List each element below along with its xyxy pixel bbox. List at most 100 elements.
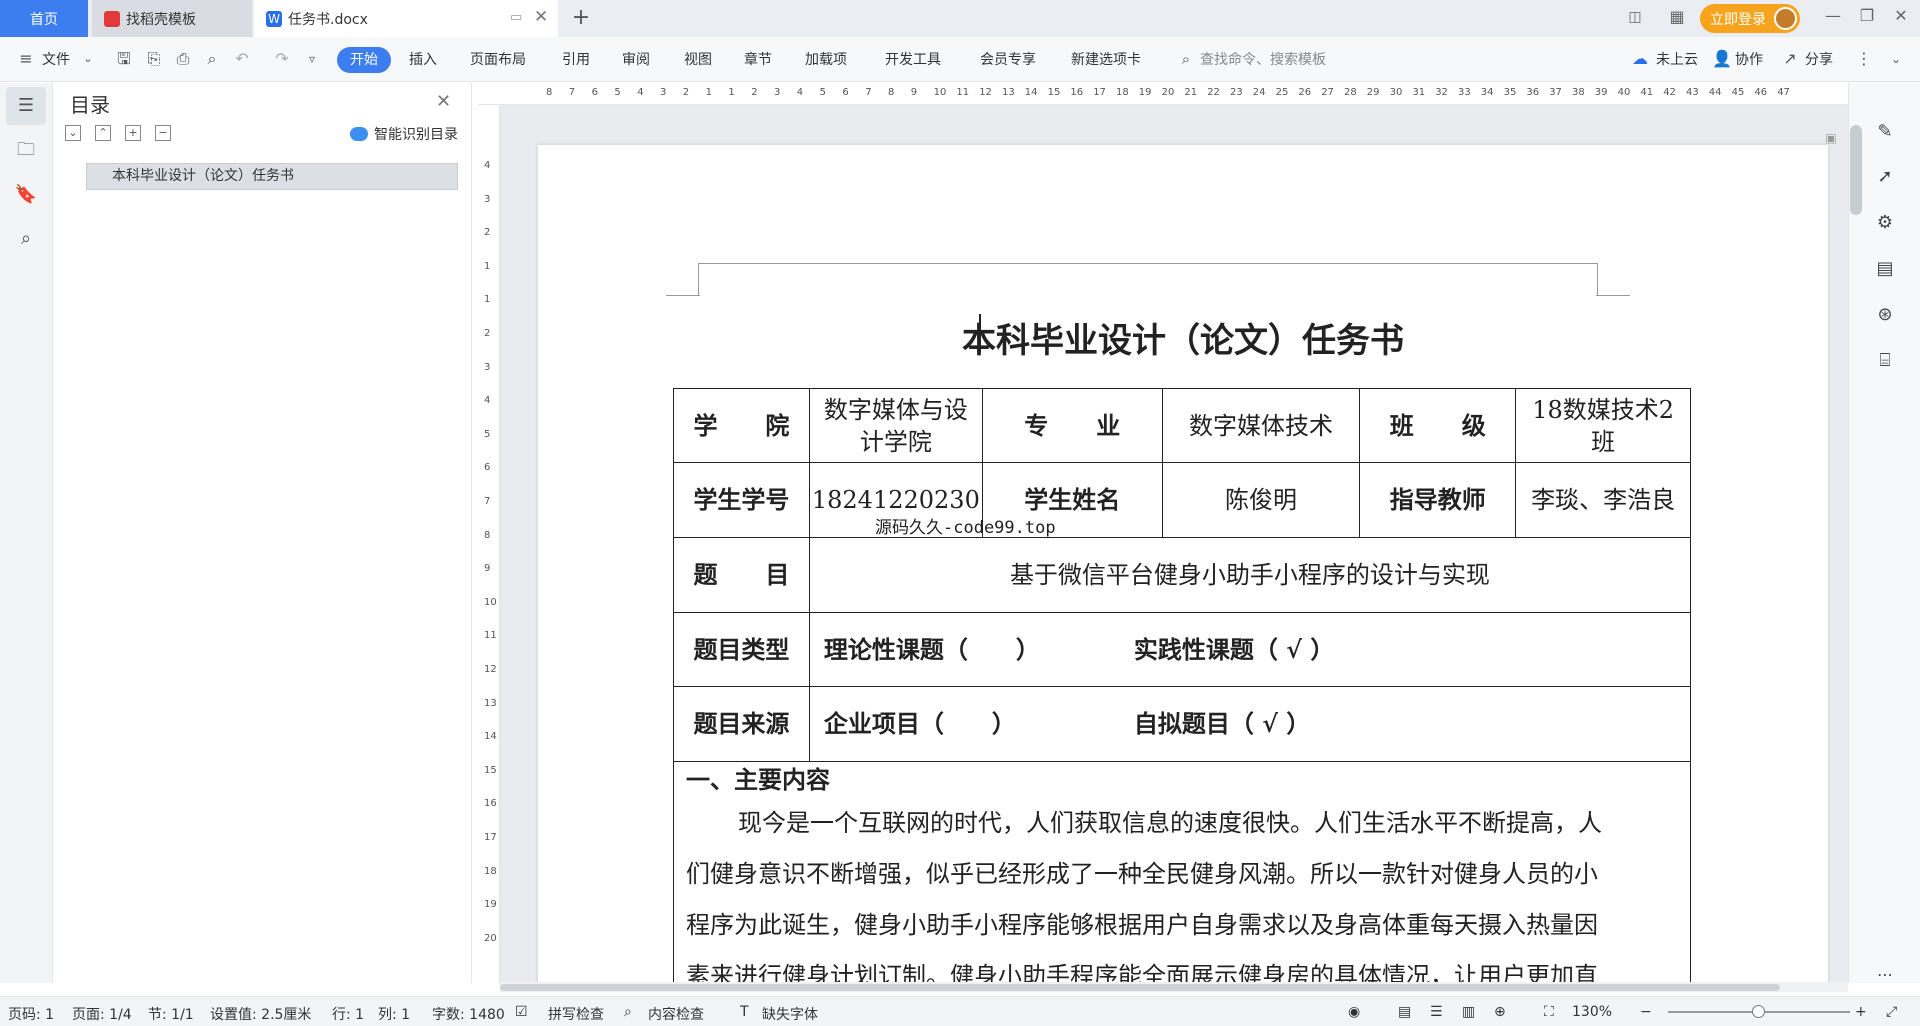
type-theory[interactable]: 理论性课题（ ） <box>824 634 1134 666</box>
content-check-icon[interactable]: ⌕ <box>624 1004 632 1020</box>
college-value[interactable]: 数字媒体与设计学院 <box>808 388 983 463</box>
login-button[interactable]: 立即登录 <box>1700 4 1800 33</box>
teacher-value[interactable]: 李琰、李浩良 <box>1515 462 1691 538</box>
content-check-button[interactable]: 内容检查 <box>648 1004 704 1024</box>
spellcheck-button[interactable]: 拼写检查 <box>548 1004 604 1024</box>
page-number[interactable]: 页码: 1 <box>8 1004 54 1024</box>
paragraph-line[interactable]: 素来进行健身计划订制。健身小助手程序能全面展示健身房的具体情况，让用户更加直 <box>686 951 1678 983</box>
save-icon[interactable]: 🖫 <box>114 49 134 69</box>
layout-toggle-icon[interactable]: ◫ <box>1622 9 1648 25</box>
redo-icon[interactable]: ↷ <box>272 49 292 69</box>
image-tools-icon[interactable]: ▤ <box>1873 257 1897 281</box>
tab-home[interactable]: 首页 <box>0 0 88 37</box>
class-label[interactable]: 班 级 <box>1359 388 1517 463</box>
type-practice[interactable]: 实践性课题（ √ ） <box>1134 635 1334 664</box>
print-icon[interactable]: ⎙ <box>173 49 193 69</box>
paragraph-line[interactable]: 们健身意识不断增强，似乎已经形成了一种全民健身风潮。所以一款针对健身人员的小 <box>686 849 1678 900</box>
customize-icon[interactable]: ▿ <box>302 49 322 69</box>
zoom-level[interactable]: 130% <box>1572 1004 1612 1020</box>
ai-toc-button[interactable]: 智能识别目录 <box>350 124 458 144</box>
collapse-ribbon-icon[interactable]: ⌄ <box>1886 49 1906 69</box>
major-value[interactable]: 数字媒体技术 <box>1161 388 1361 463</box>
document-title[interactable]: 本科毕业设计（论文）任务书 <box>538 313 1828 362</box>
undo-icon[interactable]: ↶ <box>232 49 252 69</box>
section-heading[interactable]: 一、主要内容 <box>686 762 1678 798</box>
ribbon-tab-section[interactable]: 章节 <box>744 49 772 69</box>
class-value[interactable]: 18数媒技术2班 <box>1515 388 1691 463</box>
ribbon-tab-review[interactable]: 审阅 <box>622 49 650 69</box>
minimize-icon[interactable]: — <box>1820 6 1846 25</box>
source-enterprise[interactable]: 企业项目（ ） <box>824 708 1134 740</box>
main-content-cell[interactable]: 一、主要内容 现今是一个互联网的时代，人们获取信息的速度很快。人们生活水平不断提… <box>673 761 1691 983</box>
collaborate-button[interactable]: 协作 <box>1735 49 1763 69</box>
college-label[interactable]: 学 院 <box>673 388 810 463</box>
vertical-scrollbar[interactable] <box>1850 125 1862 215</box>
ribbon-tab-member[interactable]: 会员专享 <box>980 49 1036 69</box>
ruler-toggle-icon[interactable]: ▣ <box>1819 126 1843 150</box>
command-search-input[interactable]: 查找命令、搜索模板 <box>1200 49 1326 69</box>
web-view-icon[interactable]: ⊕ <box>1494 1004 1506 1020</box>
fit-page-icon[interactable]: ⛶ <box>1544 1004 1554 1020</box>
page-count[interactable]: 页面: 1/4 <box>72 1004 132 1024</box>
page-view-icon[interactable]: ▤ <box>1398 1004 1411 1020</box>
spellcheck-icon[interactable]: ☑ <box>515 1004 528 1020</box>
close-icon[interactable]: ✕ <box>436 91 451 112</box>
reading-view-icon[interactable]: ▥ <box>1462 1004 1475 1020</box>
chevron-down-icon[interactable]: ⌄ <box>78 49 98 69</box>
restore-icon[interactable]: ❐ <box>1854 6 1880 25</box>
eye-icon[interactable]: ◉ <box>1348 1004 1360 1020</box>
horizontal-scroll-thumb[interactable] <box>500 984 1780 991</box>
expand-all-icon[interactable]: ⌄ <box>65 125 81 141</box>
word-count[interactable]: 字数: 1480 <box>432 1004 505 1024</box>
vertical-ruler[interactable]: 4 3 2 1 1 2 3 4 5 6 7 8 9 10 11 12 13 14 15 16 17 18 19 20 <box>478 105 500 983</box>
share-button[interactable]: 分享 <box>1805 49 1833 69</box>
toc-icon[interactable]: ☰ <box>14 94 38 118</box>
ribbon-tab-insert[interactable]: 插入 <box>409 49 437 69</box>
select-icon[interactable]: ➚ <box>1873 165 1897 189</box>
bookmark-icon[interactable]: 🔖 <box>14 183 38 207</box>
ribbon-tab-devtools[interactable]: 开发工具 <box>885 49 941 69</box>
book-icon[interactable]: ⌸ <box>1873 349 1897 373</box>
close-tab-icon[interactable]: ✕ <box>534 7 548 27</box>
topic-type-value[interactable]: 理论性课题（ ）实践性课题（ √ ） <box>808 612 1692 687</box>
pin-icon[interactable]: ▭ <box>510 10 522 25</box>
topic-type-label[interactable]: 题目类型 <box>673 612 810 687</box>
topic-source-label[interactable]: 题目来源 <box>673 686 810 762</box>
print-preview-icon[interactable]: ⌕ <box>202 49 222 69</box>
close-window-icon[interactable]: ✕ <box>1888 6 1914 25</box>
source-self[interactable]: 自拟题目（ √ ） <box>1134 709 1310 738</box>
add-heading-icon[interactable]: + <box>125 125 141 141</box>
toc-item[interactable]: 本科毕业设计（论文）任务书 <box>86 163 458 190</box>
teacher-label[interactable]: 指导教师 <box>1359 462 1517 538</box>
collapse-all-icon[interactable]: ⌃ <box>95 125 111 141</box>
document-page[interactable]: 本科毕业设计（论文）任务书 学 院 数字媒体与设计学院 专 业 数字媒体技术 班… <box>538 145 1828 983</box>
zoom-out-icon[interactable]: − <box>1640 1004 1652 1020</box>
missing-font-button[interactable]: 缺失字体 <box>762 1004 818 1024</box>
fullscreen-icon[interactable]: ⤢ <box>1886 1004 1897 1020</box>
tab-document[interactable]: W 任务书.docx ▭ ✕ <box>254 0 558 37</box>
more-icon[interactable]: ⋯ <box>1873 963 1897 987</box>
ribbon-tab-view[interactable]: 视图 <box>684 49 712 69</box>
outline-view-icon[interactable]: ☰ <box>1430 1004 1443 1020</box>
navigation-icon[interactable]: 🗀 <box>14 138 38 162</box>
section-info[interactable]: 节: 1/1 <box>148 1004 194 1024</box>
ribbon-tab-home[interactable]: 开始 <box>337 47 391 73</box>
ribbon-tab-new[interactable]: 新建选项卡 <box>1071 49 1141 69</box>
find-icon[interactable]: ⌕ <box>14 227 38 251</box>
file-menu[interactable]: 文件 <box>42 49 70 69</box>
remove-heading-icon[interactable]: − <box>155 125 171 141</box>
horizontal-ruler[interactable]: 8 7 6 5 4 3 2 1 1 2 3 4 5 6 7 8 9 10 11 12 13 14 15 16 17 18 19 20 2… <box>478 83 1848 105</box>
menu-icon[interactable]: ≡ <box>16 49 36 69</box>
paragraph-line[interactable]: 程序为此诞生，健身小助手小程序能够根据用户自身需求以及身高体重每天摄入热量因 <box>686 900 1678 951</box>
adjust-icon[interactable]: ⚙ <box>1873 211 1897 235</box>
topic-value[interactable]: 基于微信平台健身小助手小程序的设计与实现 <box>808 537 1692 613</box>
apps-grid-icon[interactable]: ▦ <box>1664 7 1690 26</box>
setting-value[interactable]: 设置值: 2.5厘米 <box>210 1004 311 1024</box>
topic-source-value[interactable]: 企业项目（ ）自拟题目（ √ ） <box>808 686 1692 762</box>
compass-icon[interactable]: ⊛ <box>1873 303 1897 327</box>
export-pdf-icon[interactable]: ⎘ <box>144 49 164 69</box>
ribbon-tab-layout[interactable]: 页面布局 <box>470 49 526 69</box>
tab-templates[interactable]: 找稻壳模板 <box>92 0 252 37</box>
new-tab-button[interactable]: + <box>568 6 594 32</box>
ribbon-tab-references[interactable]: 引用 <box>562 49 590 69</box>
